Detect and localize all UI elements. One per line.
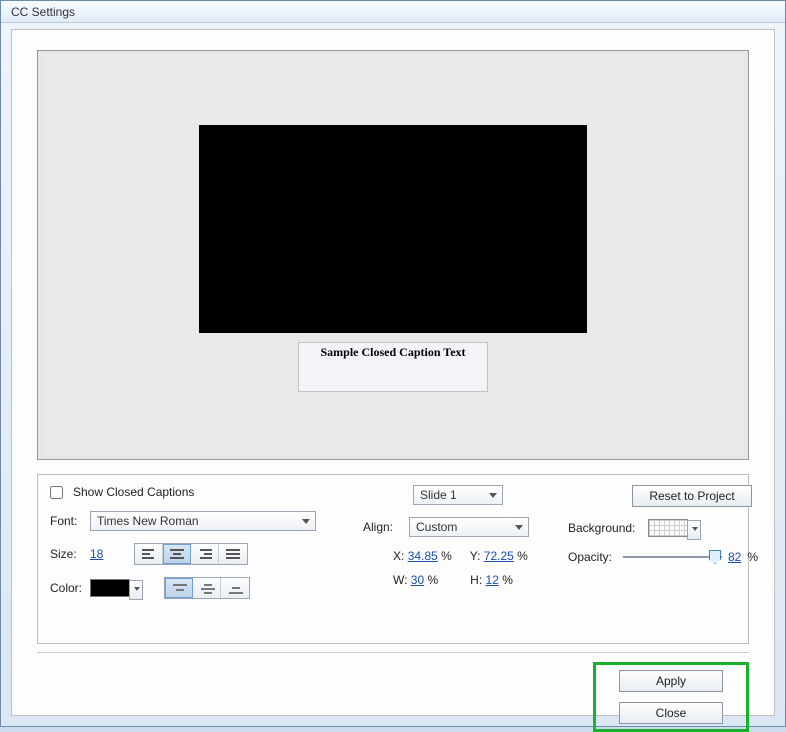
- font-select[interactable]: Times New Roman: [90, 511, 316, 531]
- size-label: Size:: [50, 547, 84, 561]
- caption-box[interactable]: Sample Closed Caption Text: [298, 342, 488, 392]
- opacity-label: Opacity:: [568, 550, 617, 564]
- x-label: X:: [393, 549, 404, 563]
- reset-to-project-button[interactable]: Reset to Project: [632, 485, 752, 507]
- slide-select[interactable]: Slide 1: [413, 485, 503, 505]
- action-highlight: Apply Close: [593, 662, 749, 732]
- align-left-icon: [142, 549, 156, 559]
- opacity-value[interactable]: 82: [728, 550, 741, 564]
- window-titlebar: CC Settings: [1, 1, 785, 23]
- show-closed-captions-checkbox[interactable]: [50, 486, 63, 499]
- opacity-unit: %: [747, 550, 758, 564]
- w-value[interactable]: 30: [411, 573, 424, 587]
- font-select-value: Times New Roman: [97, 514, 199, 528]
- slide-select-value: Slide 1: [420, 488, 457, 502]
- show-closed-captions-label: Show Closed Captions: [73, 485, 194, 499]
- w-unit: %: [428, 573, 439, 587]
- x-group: X: 34.85 %: [393, 549, 452, 563]
- align-justify-icon: [226, 549, 240, 559]
- x-value[interactable]: 34.85: [408, 549, 438, 563]
- x-unit: %: [441, 549, 452, 563]
- color-label: Color:: [50, 581, 84, 595]
- cc-settings-window: CC Settings Sample Closed Caption Text S…: [0, 0, 786, 727]
- col-appearance: Reset to Project Background: Opacity: 82…: [568, 485, 758, 577]
- caption-align-select[interactable]: Custom: [409, 517, 529, 537]
- text-align-group: [134, 543, 248, 565]
- valign-middle-button[interactable]: [193, 578, 221, 598]
- valign-bottom-button[interactable]: [221, 578, 249, 598]
- font-label: Font:: [50, 514, 84, 528]
- preview-area: Sample Closed Caption Text: [37, 50, 749, 460]
- valign-bottom-icon: [226, 581, 244, 595]
- window-title: CC Settings: [11, 5, 75, 19]
- separator: [37, 652, 749, 653]
- h-unit: %: [502, 573, 513, 587]
- opacity-track: [623, 556, 722, 558]
- w-label: W:: [393, 573, 407, 587]
- size-value[interactable]: 18: [90, 547, 112, 561]
- y-group: Y: 72.25 %: [470, 549, 528, 563]
- apply-button[interactable]: Apply: [619, 670, 723, 692]
- h-label: H:: [470, 573, 482, 587]
- valign-middle-icon: [198, 581, 216, 595]
- caption-align-value: Custom: [416, 520, 457, 534]
- opacity-slider[interactable]: [623, 549, 722, 565]
- w-group: W: 30 %: [393, 573, 438, 587]
- valign-top-button[interactable]: [165, 578, 193, 598]
- slide-preview: [199, 125, 587, 333]
- background-color-picker[interactable]: [648, 519, 688, 537]
- align-right-icon: [198, 549, 212, 559]
- align-center-icon: [170, 549, 184, 559]
- vertical-align-group: [164, 577, 250, 599]
- align-justify-button[interactable]: [219, 544, 247, 564]
- background-label: Background:: [568, 521, 642, 535]
- text-color-picker[interactable]: [90, 579, 130, 597]
- align-center-button[interactable]: [163, 544, 191, 564]
- close-button[interactable]: Close: [619, 702, 723, 724]
- y-value[interactable]: 72.25: [484, 549, 514, 563]
- col-text: Show Closed Captions Font: Times New Rom…: [50, 485, 330, 611]
- h-value[interactable]: 12: [486, 573, 499, 587]
- align-label: Align:: [363, 520, 403, 534]
- col-position: Slide 1 Align: Custom X: 34.85 %: [363, 485, 553, 597]
- align-left-button[interactable]: [135, 544, 163, 564]
- client-area: Sample Closed Caption Text Show Closed C…: [11, 29, 775, 716]
- h-group: H: 12 %: [470, 573, 513, 587]
- opacity-thumb[interactable]: [709, 550, 721, 564]
- caption-sample-text: Sample Closed Caption Text: [299, 343, 487, 360]
- settings-panel: Show Closed Captions Font: Times New Rom…: [37, 474, 749, 644]
- valign-top-icon: [170, 581, 188, 595]
- y-label: Y:: [470, 549, 481, 563]
- preview-canvas: Sample Closed Caption Text: [42, 55, 744, 455]
- y-unit: %: [517, 549, 528, 563]
- align-right-button[interactable]: [191, 544, 219, 564]
